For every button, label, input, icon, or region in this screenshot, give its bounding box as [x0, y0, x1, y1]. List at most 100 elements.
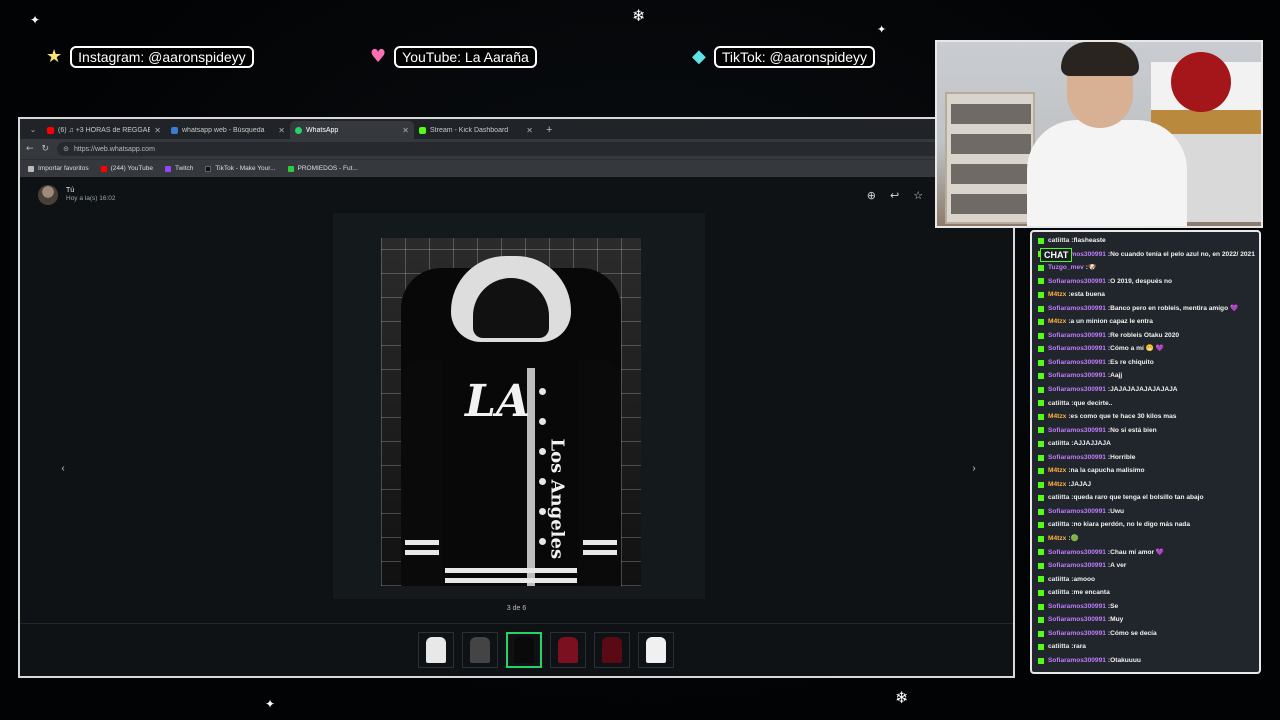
back-icon[interactable]: ← [26, 144, 34, 154]
chat-username[interactable]: Sofiaramos300991 [1048, 329, 1106, 343]
chat-username[interactable]: Sofiaramos300991 [1048, 275, 1106, 289]
chat-username[interactable]: Sofiaramos300991 [1048, 451, 1106, 465]
bookmark-item[interactable]: Importar favoritos [28, 165, 89, 172]
bookmark-item[interactable]: TikTok - Make Your... [205, 165, 276, 172]
chat-username[interactable]: M4tzx [1048, 464, 1066, 478]
jacket-photo: LA Los Angeles [381, 238, 641, 586]
kick-badge-icon [1038, 562, 1044, 569]
tab-search[interactable]: whatsapp web - Búsqueda ✕ [166, 121, 290, 139]
chat-text: que decirte.. [1073, 399, 1113, 407]
previous-arrow-icon[interactable]: ‹ [56, 462, 70, 476]
chat-username[interactable]: Sofiaramos300991 [1048, 342, 1106, 356]
chat-message: Sofiaramos300991: Se [1038, 600, 1253, 614]
chat-username[interactable]: Sofiaramos300991 [1048, 356, 1106, 370]
chat-username[interactable]: Sofiaramos300991 [1048, 546, 1106, 560]
site-info-icon[interactable]: ⊝ [63, 145, 69, 153]
kick-badge-icon [1038, 589, 1044, 596]
bookmark-item[interactable]: (244) YouTube [100, 165, 153, 172]
streamer-hair [1061, 42, 1139, 76]
tab-search-icon[interactable]: ⌄ [24, 121, 42, 139]
chat-message: Sofiaramos300991: A ver [1038, 559, 1253, 573]
chat-username[interactable]: catiitta [1048, 640, 1069, 654]
chat-text: A ver [1110, 562, 1127, 570]
chat-username[interactable]: catiitta [1048, 234, 1069, 248]
jacket-snap [539, 538, 546, 545]
chat-message: M4tzx: na la capucha malisimo [1038, 464, 1253, 478]
address-bar[interactable]: ⊝ https://web.whatsapp.com ⊞ A ☆ [57, 142, 975, 156]
chat-username[interactable]: Sofiaramos300991 [1048, 383, 1106, 397]
message-timestamp: Hoy a la(s) 16:02 [66, 195, 116, 203]
chat-username[interactable]: Sofiaramos300991 [1048, 302, 1106, 316]
close-tab-icon[interactable]: ✕ [402, 126, 409, 135]
thumbnail[interactable] [506, 632, 542, 668]
tab-title: Stream - Kick Dashboard [430, 126, 509, 134]
chat-username[interactable]: M4tzx [1048, 288, 1066, 302]
chat-username[interactable]: Sofiaramos300991 [1048, 424, 1106, 438]
whatsapp-favicon-icon [295, 126, 302, 134]
next-arrow-icon[interactable]: › [967, 462, 981, 476]
thumbnail[interactable] [594, 632, 630, 668]
thumbnail[interactable] [462, 632, 498, 668]
kick-badge-icon [1038, 603, 1044, 610]
chat-username[interactable]: Sofiaramos300991 [1048, 505, 1106, 519]
chat-message: catiitta: rara [1038, 640, 1253, 654]
avatar[interactable] [38, 185, 58, 205]
chat-text: 🟢 [1070, 535, 1079, 543]
kick-badge-icon [1038, 454, 1044, 461]
jacket-snap [539, 388, 546, 395]
thumbnail[interactable] [418, 632, 454, 668]
viewer-header: Tú Hoy a la(s) 16:02 ⊕ ↩ ☆ ⚲ ☺ ▤ [20, 177, 1013, 213]
reply-icon[interactable]: ↩ [890, 189, 899, 202]
bookmark-item[interactable]: PROMIEDOS - Fut... [287, 165, 358, 172]
sender-name: Tú [66, 187, 75, 195]
chat-text: Otakuuuu [1110, 656, 1141, 664]
twitch-icon [164, 165, 171, 172]
chat-username[interactable]: catiitta [1048, 586, 1069, 600]
chat-username[interactable]: M4tzx [1048, 410, 1066, 424]
star-icon[interactable]: ☆ [913, 189, 923, 202]
chat-username[interactable]: Sofiaramos300991 [1048, 369, 1106, 383]
reload-icon[interactable]: ↻ [42, 144, 50, 154]
tab-title: WhatsApp [306, 126, 339, 134]
bookmark-item[interactable]: Twitch [164, 165, 193, 172]
kick-badge-icon [1038, 522, 1044, 529]
close-tab-icon[interactable]: ✕ [526, 126, 533, 135]
close-tab-icon[interactable]: ✕ [278, 126, 285, 135]
chat-username[interactable]: Sofiaramos300991 [1048, 559, 1106, 573]
kick-badge-icon [1038, 373, 1044, 380]
tab-kick[interactable]: Stream - Kick Dashboard ✕ [414, 121, 538, 139]
sparkle-icon: ✦ [265, 697, 276, 711]
chat-username[interactable]: M4tzx [1048, 478, 1066, 492]
tab-youtube[interactable]: (6) ♫ +3 HORAS de REGGAETON ✕ [42, 121, 166, 139]
chat-message: M4tzx: JAJAJ [1038, 478, 1253, 492]
chat-message: catiitta: AJJAJJAJA [1038, 437, 1253, 451]
chat-username[interactable]: M4tzx [1048, 315, 1066, 329]
chat-username[interactable]: Sofiaramos300991 [1048, 613, 1106, 627]
chat-username[interactable]: catiitta [1048, 518, 1069, 532]
chat-text: JAJAJ [1070, 480, 1092, 488]
chat-username[interactable]: Sofiaramos300991 [1048, 600, 1106, 614]
zoom-icon[interactable]: ⊕ [867, 189, 876, 202]
chat-username[interactable]: Sofiaramos300991 [1048, 654, 1106, 668]
chat-username[interactable]: Sofiaramos300991 [1048, 627, 1106, 641]
jacket-snap [539, 418, 546, 425]
chat-username[interactable]: catiitta [1048, 397, 1069, 411]
chat-username[interactable]: M4tzx [1048, 532, 1066, 546]
tab-whatsapp[interactable]: WhatsApp ✕ [290, 121, 414, 139]
kick-badge-icon [1038, 440, 1044, 447]
close-tab-icon[interactable]: ✕ [154, 126, 161, 135]
thumbnail[interactable] [550, 632, 586, 668]
sender-info: Tú Hoy a la(s) 16:02 [66, 186, 116, 204]
heart-icon: ♥ [370, 46, 387, 67]
hem-stripe [445, 578, 577, 583]
chat-username[interactable]: catiitta [1048, 437, 1069, 451]
chat-username[interactable]: catiitta [1048, 573, 1069, 587]
chat-username[interactable]: catiitta [1048, 491, 1069, 505]
new-tab-button[interactable]: + [538, 121, 560, 139]
chat-message: Sofiaramos300991: Muy [1038, 613, 1253, 627]
thumbnail[interactable] [638, 632, 674, 668]
search-favicon-icon [171, 126, 178, 134]
sparkle-icon: ✦ [30, 13, 41, 27]
youtube-handle: ♥ YouTube: La Aaraña [370, 46, 537, 68]
chat-username[interactable]: Tuzgo_mev [1048, 261, 1084, 275]
